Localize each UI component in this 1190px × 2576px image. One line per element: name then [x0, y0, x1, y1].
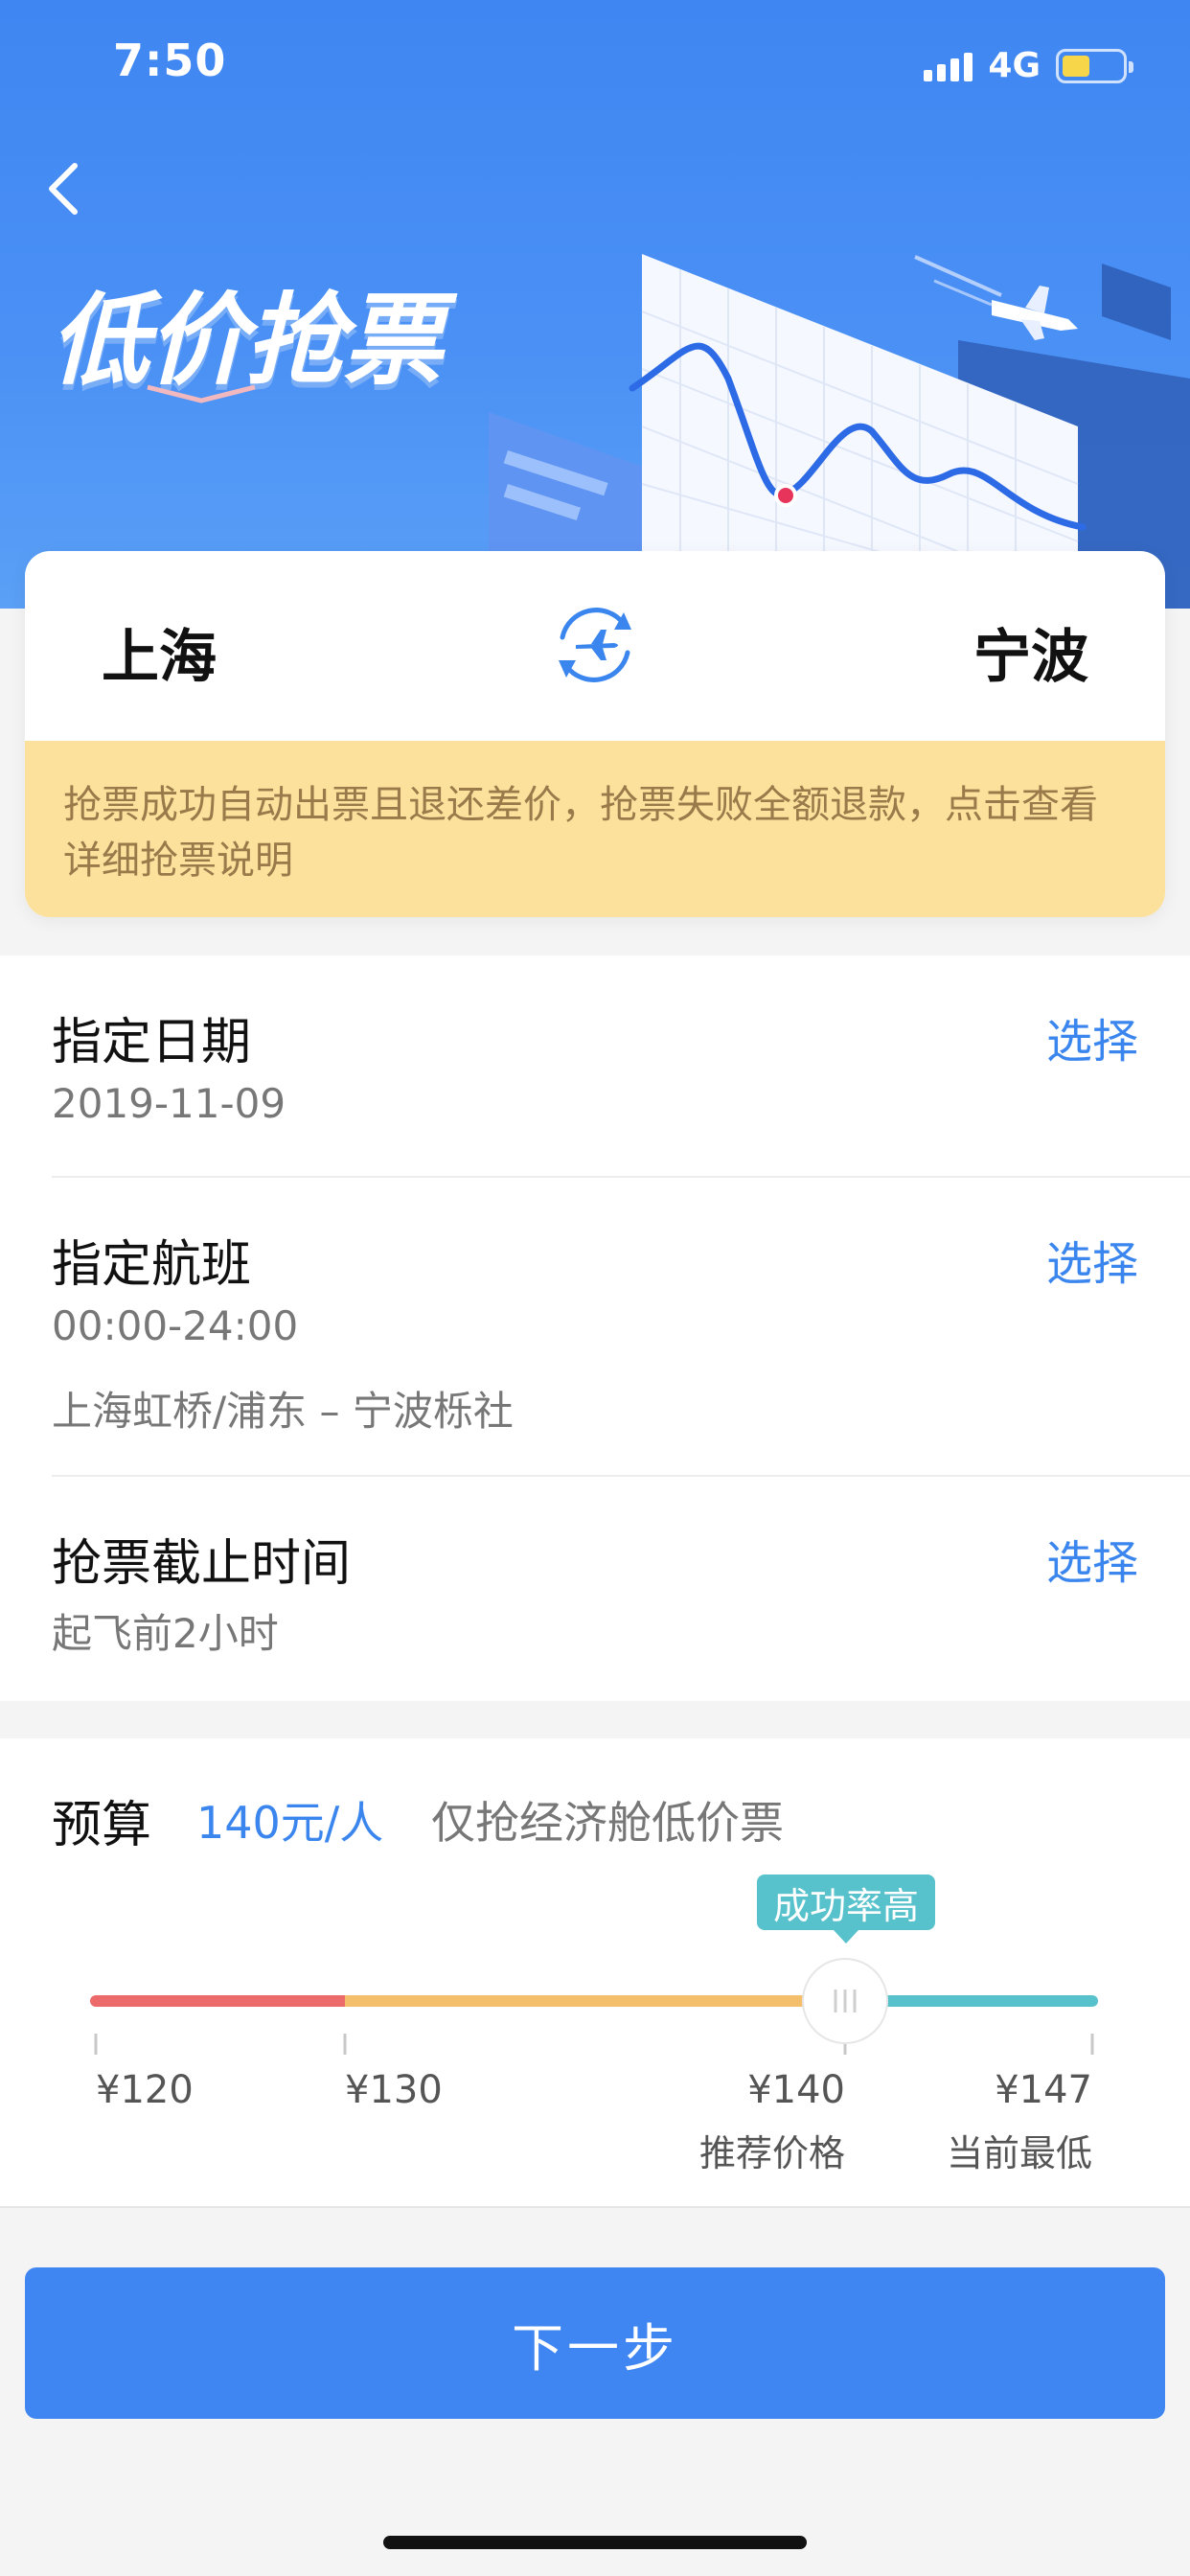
option-flight[interactable]: 指定航班 00:00-24:00 上海虹桥/浦东 – 宁波栎社 选择: [0, 1178, 1190, 1475]
departure-city[interactable]: 上海: [102, 610, 217, 694]
price-tick-caption: 推荐价格: [698, 2132, 845, 2174]
option-title: 指定日期: [52, 1014, 252, 1071]
title-decoration: [147, 384, 256, 403]
option-value: 2019-11-09: [52, 1080, 286, 1127]
page-title: 低价抢票: [50, 282, 443, 399]
option-title: 抢票截止时间: [52, 1535, 352, 1593]
battery-icon: [1056, 48, 1133, 83]
next-step-button[interactable]: 下一步: [25, 2267, 1165, 2419]
option-title: 指定航班: [52, 1236, 252, 1294]
status-bar: 7:50 4G: [0, 0, 1190, 129]
price-tick-label: ¥147: [995, 2068, 1092, 2112]
status-time: 7:50: [113, 34, 227, 86]
signal-icon: [924, 51, 973, 81]
back-button[interactable]: [34, 155, 92, 222]
select-date-button[interactable]: 选择: [1046, 1003, 1138, 1070]
budget-section: 预算 140元/人 仅抢经济舱低价票 成功率高 ¥120 ¥130 ¥140 推荐价格…: [0, 1738, 1190, 2208]
hero-header: 7:50 4G 低价抢票: [0, 0, 1190, 609]
price-tick-label: ¥140: [747, 2068, 845, 2112]
option-date[interactable]: 指定日期 2019-11-09 选择: [0, 955, 1190, 1176]
price-tick-label: ¥130: [345, 2068, 443, 2112]
select-deadline-button[interactable]: 选择: [1046, 1525, 1138, 1592]
option-value: 起飞前2小时: [52, 1610, 279, 1657]
swap-cities-button[interactable]: [547, 597, 643, 693]
status-indicators: 4G: [924, 46, 1133, 85]
network-type: 4G: [988, 46, 1041, 85]
option-value: 00:00-24:00: [52, 1302, 299, 1349]
arrival-city[interactable]: 宁波: [973, 610, 1088, 694]
slider-handle[interactable]: [802, 1958, 888, 2044]
option-value: 上海虹桥/浦东 – 宁波栎社: [52, 1388, 514, 1435]
select-flight-button[interactable]: 选择: [1046, 1226, 1138, 1293]
options-list: 指定日期 2019-11-09 选择 指定航班 00:00-24:00 上海虹桥…: [0, 955, 1190, 1701]
route-card: 上海 宁波 抢票成功自动出票且退还差价，抢票失败全额退款，点击查看详细抢票说明: [25, 551, 1165, 917]
divider: [0, 2206, 1190, 2208]
price-tick-caption: 当前最低: [946, 2132, 1092, 2174]
refund-notice[interactable]: 抢票成功自动出票且退还差价，抢票失败全额退款，点击查看详细抢票说明: [25, 741, 1165, 917]
home-indicator: [383, 2536, 807, 2549]
route-selector: 上海 宁波: [25, 551, 1165, 741]
option-deadline[interactable]: 抢票截止时间 起飞前2小时 选择: [0, 1477, 1190, 1701]
price-tick-label: ¥120: [96, 2068, 194, 2112]
chevron-left-icon: [49, 163, 78, 215]
